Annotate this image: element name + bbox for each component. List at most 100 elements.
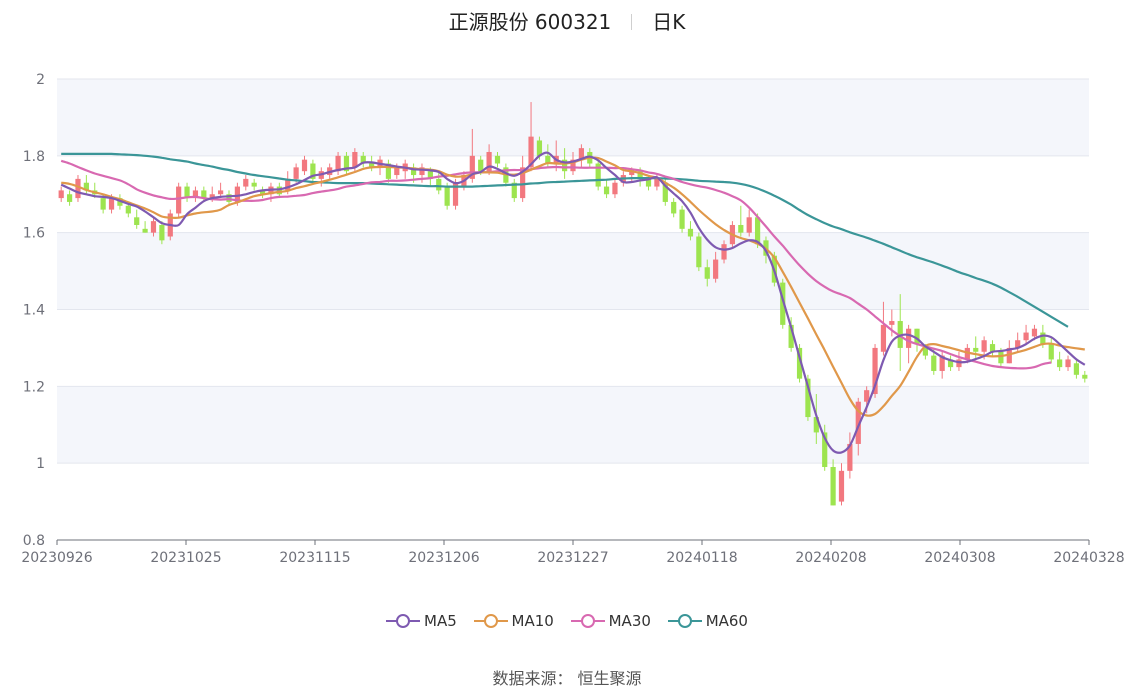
candle-down bbox=[671, 198, 677, 218]
candle-body bbox=[880, 324, 887, 352]
candle-body bbox=[58, 190, 64, 199]
candle-down bbox=[973, 336, 979, 360]
candle-body bbox=[150, 221, 157, 233]
candle-body bbox=[704, 267, 710, 279]
candle-body bbox=[1065, 359, 1071, 368]
candle-down bbox=[947, 355, 954, 371]
candle-up bbox=[377, 155, 383, 176]
candle-body bbox=[218, 190, 224, 195]
candle-body bbox=[176, 186, 182, 214]
legend-ma5-label: MA5 bbox=[424, 612, 457, 630]
x-tick-label: 20231227 bbox=[537, 550, 608, 566]
candle-body bbox=[603, 186, 610, 195]
background-bands bbox=[57, 79, 1089, 464]
y-tick-label: 0.8 bbox=[23, 533, 45, 549]
legend-item-ma5[interactable]: MA5 bbox=[386, 612, 457, 630]
x-tick-label: 20240328 bbox=[1053, 550, 1124, 566]
candle-body bbox=[1040, 332, 1046, 345]
candle-body bbox=[696, 236, 702, 268]
candle-up bbox=[1023, 324, 1029, 345]
legend-ma10-label: MA10 bbox=[511, 612, 554, 630]
candle-up bbox=[906, 324, 912, 364]
candle-down bbox=[1073, 359, 1080, 379]
x-axis: 20230926 20231025 20231115 20231206 20231227… bbox=[21, 539, 1125, 566]
y-tick-label: 1.4 bbox=[23, 303, 45, 319]
candle-body bbox=[134, 217, 140, 225]
candle-body bbox=[125, 205, 131, 214]
legend-ma10-marker bbox=[473, 614, 508, 628]
legend-ma60-label: MA60 bbox=[705, 612, 748, 630]
candle-up bbox=[612, 178, 618, 199]
legend-ma5-marker bbox=[386, 614, 420, 628]
candle-body bbox=[738, 224, 744, 233]
candle-body bbox=[66, 194, 73, 202]
candle-down bbox=[679, 205, 685, 233]
candle-down bbox=[259, 186, 266, 199]
candle-down bbox=[1082, 370, 1088, 383]
candle-body bbox=[1023, 332, 1029, 341]
candle-down bbox=[142, 221, 148, 233]
candle-down bbox=[436, 171, 442, 195]
candle-body bbox=[654, 178, 660, 187]
candle-down bbox=[696, 232, 702, 272]
candle-up bbox=[520, 155, 526, 202]
candle-body bbox=[159, 224, 165, 241]
candle-body bbox=[721, 244, 727, 260]
candle-body bbox=[687, 228, 694, 237]
legend-item-ma10[interactable]: MA10 bbox=[473, 612, 554, 630]
candle-body bbox=[1048, 344, 1054, 360]
y-tick-label: 1.6 bbox=[23, 226, 45, 242]
legend-ma30-label: MA30 bbox=[608, 612, 651, 630]
candle-down bbox=[66, 190, 73, 206]
candle-down bbox=[251, 178, 257, 191]
candle-body bbox=[100, 198, 106, 210]
candle-down bbox=[385, 159, 392, 183]
legend-ma60-marker bbox=[667, 614, 702, 628]
candle-body bbox=[612, 182, 618, 195]
candle-up bbox=[838, 463, 845, 506]
chart-root: 正源股份 600321 日K 0.8 1 1.2 1.4 1.6 1.8 2 20230926… bbox=[0, 0, 1134, 689]
candle-body bbox=[906, 328, 912, 348]
data-source: 数据来源： 恒生聚源 bbox=[492, 669, 642, 688]
candle-up bbox=[243, 175, 249, 191]
candle-down bbox=[830, 459, 836, 506]
background-band bbox=[57, 232, 1089, 310]
candle-down bbox=[511, 178, 517, 202]
candle-body bbox=[478, 159, 484, 172]
candle-body bbox=[679, 209, 685, 229]
x-tick-label: 20231206 bbox=[408, 550, 479, 566]
candle-up bbox=[402, 159, 408, 179]
candle-down bbox=[310, 159, 316, 183]
candle-up bbox=[192, 186, 199, 202]
candle-body bbox=[713, 259, 719, 279]
candle-down bbox=[134, 209, 140, 229]
candle-body bbox=[1073, 363, 1080, 375]
y-tick-label: 1.8 bbox=[23, 149, 45, 165]
candle-body bbox=[108, 198, 115, 210]
y-tick-label: 1.2 bbox=[23, 379, 45, 395]
x-tick-label: 20231115 bbox=[279, 550, 350, 566]
candle-body bbox=[746, 217, 752, 233]
candle-down bbox=[738, 205, 744, 237]
candle-up bbox=[176, 182, 182, 218]
candle-body bbox=[1031, 328, 1038, 337]
candle-body bbox=[243, 178, 249, 187]
background-band bbox=[57, 386, 1089, 464]
background-band bbox=[57, 79, 1089, 156]
x-tick-label: 20240308 bbox=[924, 550, 995, 566]
y-axis-ticks: 0.8 1 1.2 1.4 1.6 1.8 2 bbox=[23, 72, 45, 549]
legend-item-ma30[interactable]: MA30 bbox=[570, 612, 651, 630]
candle-body bbox=[889, 321, 895, 325]
x-tick-label: 20231025 bbox=[150, 550, 221, 566]
candle-down bbox=[1048, 336, 1054, 364]
candle-body bbox=[352, 151, 358, 168]
candle-up bbox=[58, 186, 64, 202]
candle-body bbox=[838, 470, 845, 502]
candle-up bbox=[301, 155, 308, 176]
candle-body bbox=[671, 201, 677, 214]
x-tick-label: 20230926 bbox=[21, 550, 92, 566]
legend-item-ma60[interactable]: MA60 bbox=[667, 612, 748, 630]
candle-body bbox=[301, 159, 308, 172]
candle-body bbox=[973, 347, 979, 352]
candle-down bbox=[603, 178, 610, 199]
